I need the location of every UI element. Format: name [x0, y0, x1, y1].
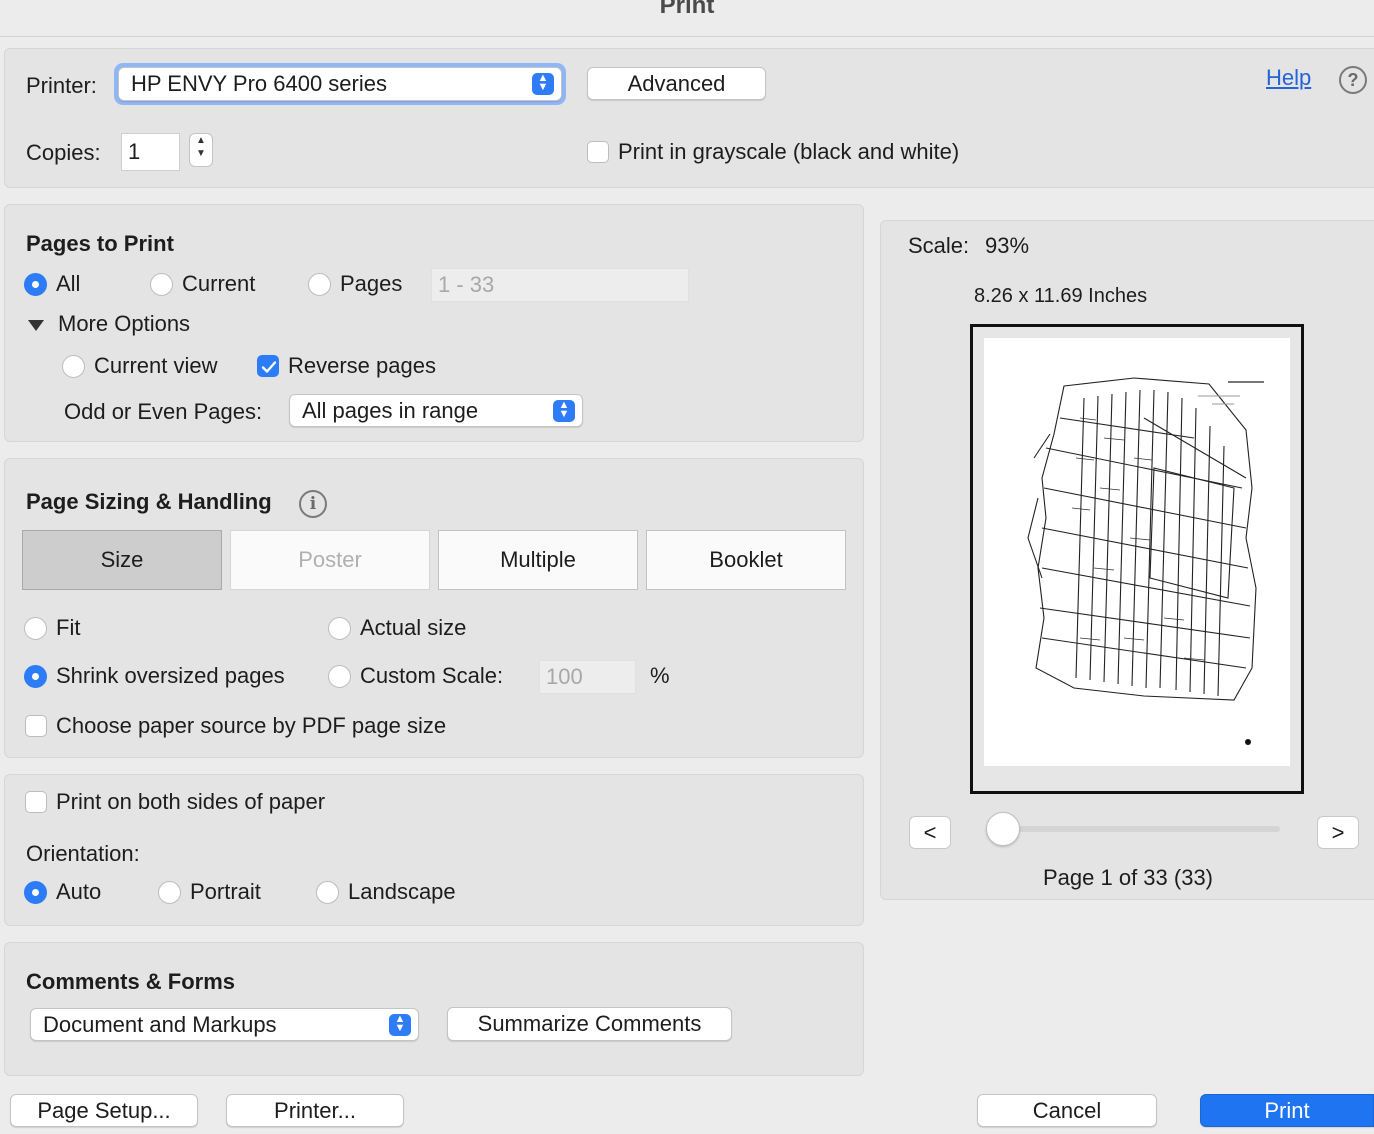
printer-select[interactable]: HP ENVY Pro 6400 series ▲ ▼: [118, 67, 562, 101]
radio-shrink-oversized[interactable]: [24, 665, 47, 688]
orientation-portrait-label: Portrait: [190, 879, 261, 904]
tab-multiple[interactable]: Multiple: [438, 530, 638, 590]
stepper-down-icon[interactable]: ▼: [196, 148, 206, 159]
radio-pages[interactable]: [308, 273, 331, 296]
grayscale-label: Print in grayscale (black and white): [618, 139, 960, 164]
actual-size-label: Actual size: [360, 615, 467, 640]
updown-chevron-icon: ▲ ▼: [553, 400, 575, 422]
paper-size-label: 8.26 x 11.69 Inches: [974, 285, 1148, 307]
odd-even-select-value: All pages in range: [302, 398, 479, 423]
tab-booklet[interactable]: Booklet: [646, 530, 846, 590]
summarize-comments-button[interactable]: Summarize Comments: [447, 1007, 732, 1041]
help-icon-glyph: ?: [1347, 70, 1359, 90]
shrink-oversized-label: Shrink oversized pages: [56, 663, 285, 688]
both-sides-checkbox[interactable]: [25, 791, 47, 813]
page-preview-sheet: [984, 338, 1290, 766]
info-icon-glyph: i: [309, 494, 317, 514]
stepper-up-icon[interactable]: ▲: [196, 135, 206, 146]
updown-chevron-icon: ▲ ▼: [532, 73, 554, 95]
paper-source-checkbox[interactable]: [25, 715, 47, 737]
comments-select[interactable]: Document and Markups ▲ ▼: [30, 1008, 419, 1041]
comments-forms-heading: Comments & Forms: [26, 969, 236, 994]
orientation-label: Orientation:: [26, 841, 140, 866]
copies-label: Copies:: [26, 140, 101, 165]
scale-label: Scale:: [908, 233, 970, 258]
title-divider: [0, 36, 1374, 37]
radio-all[interactable]: [24, 273, 47, 296]
radio-current[interactable]: [150, 273, 173, 296]
radio-current-label: Current: [182, 271, 256, 296]
both-sides-label: Print on both sides of paper: [56, 789, 326, 814]
orientation-auto-label: Auto: [56, 879, 102, 904]
page-slider-track[interactable]: [998, 826, 1280, 832]
odd-even-label: Odd or Even Pages:: [64, 399, 263, 424]
radio-all-label: All: [56, 271, 81, 296]
page-sizing-heading: Page Sizing & Handling: [26, 489, 272, 514]
printer-label: Printer:: [26, 73, 97, 98]
info-icon[interactable]: i: [299, 490, 327, 518]
checkmark-icon: [261, 361, 277, 373]
disclosure-triangle-icon[interactable]: [28, 320, 44, 331]
help-icon[interactable]: ?: [1339, 66, 1367, 94]
reverse-pages-checkbox[interactable]: [257, 355, 279, 377]
custom-scale-label: Custom Scale:: [360, 663, 504, 688]
custom-scale-field[interactable]: [539, 660, 636, 694]
paper-source-label: Choose paper source by PDF page size: [56, 713, 447, 738]
previous-page-button[interactable]: <: [909, 816, 951, 849]
radio-orientation-landscape[interactable]: [316, 881, 339, 904]
odd-even-select[interactable]: All pages in range ▲ ▼: [289, 394, 583, 427]
current-view-label: Current view: [94, 353, 218, 378]
printer-select-value: HP ENVY Pro 6400 series: [131, 71, 387, 96]
next-page-button[interactable]: >: [1317, 816, 1359, 849]
reverse-pages-label: Reverse pages: [288, 353, 436, 378]
window-title: Print: [659, 0, 715, 19]
help-link[interactable]: Help: [1266, 64, 1311, 92]
page-slider-thumb[interactable]: [986, 812, 1020, 846]
orientation-landscape-label: Landscape: [348, 879, 456, 904]
pages-range-field[interactable]: [431, 268, 689, 302]
radio-current-view[interactable]: [62, 355, 85, 378]
radio-pages-label: Pages: [340, 271, 403, 296]
advanced-button[interactable]: Advanced: [587, 67, 766, 100]
cancel-button[interactable]: Cancel: [977, 1094, 1157, 1127]
updown-chevron-icon: ▲ ▼: [389, 1014, 411, 1036]
print-button[interactable]: Print: [1200, 1094, 1374, 1127]
page-preview-frame: [970, 324, 1304, 794]
scale-value: 93%: [985, 233, 1030, 258]
page-setup-button[interactable]: Page Setup...: [10, 1094, 198, 1127]
fit-label: Fit: [56, 615, 81, 640]
comments-select-value: Document and Markups: [43, 1012, 277, 1037]
more-options-label[interactable]: More Options: [58, 310, 190, 338]
radio-custom-scale[interactable]: [328, 665, 351, 688]
pages-to-print-heading: Pages to Print: [26, 231, 174, 256]
radio-fit[interactable]: [24, 617, 47, 640]
percent-sign: %: [650, 663, 670, 688]
radio-actual-size[interactable]: [328, 617, 351, 640]
tab-size[interactable]: Size: [22, 530, 222, 590]
copies-stepper[interactable]: ▲ ▼: [189, 133, 213, 167]
grayscale-checkbox[interactable]: [587, 141, 609, 163]
printer-button[interactable]: Printer...: [226, 1094, 404, 1127]
copies-field[interactable]: [121, 133, 180, 171]
radio-orientation-auto[interactable]: [24, 881, 47, 904]
map-thumbnail-image: [1027, 377, 1264, 745]
tab-poster[interactable]: Poster: [230, 530, 430, 590]
page-status: Page 1 of 33 (33): [1043, 865, 1214, 890]
radio-orientation-portrait[interactable]: [158, 881, 181, 904]
